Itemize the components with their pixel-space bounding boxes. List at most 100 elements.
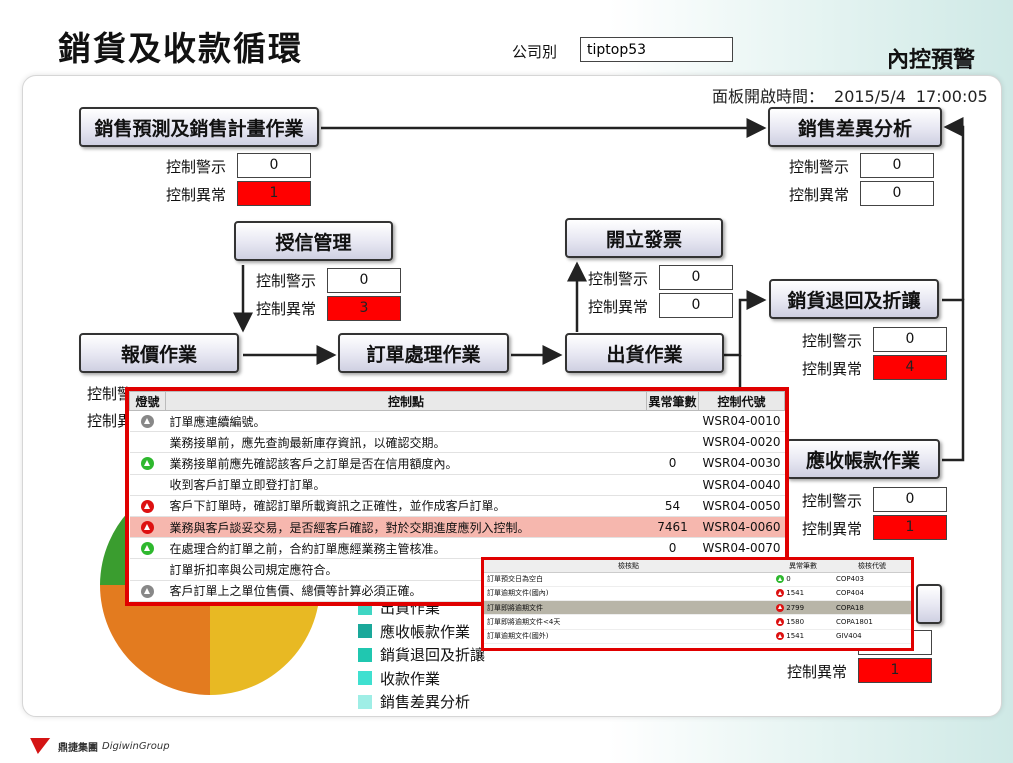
point-cell: 業務接單前應先確認該客戶之訂單是否在信用額度內。	[165, 452, 647, 475]
point-cell: 在處理合約訂單之前，合約訂單應經業務主管核准。	[165, 537, 647, 560]
legend-item-returns: 銷貨退回及折讓	[358, 643, 485, 667]
code-cell: WSR04-0010	[698, 410, 785, 433]
point-cell: 業務接單前，應先查詢最新庫存資訊，以確認交期。	[165, 431, 647, 454]
receivable-warn-label: 控制警示	[802, 492, 863, 510]
table-row[interactable]: 客戶下訂單時，確認訂單所載資訊之正確性，並作成客戶訂單。 54 WSR04-0050	[129, 495, 785, 517]
light-cell	[129, 558, 166, 581]
table-row[interactable]: 訂單即將逾期文件 2799 COPA18	[484, 600, 911, 616]
variance-warn-value: 0	[860, 153, 934, 178]
table-row[interactable]: 訂單逾期文件(國內) 1541 COP404	[484, 586, 911, 602]
code-cell: COP403	[833, 572, 911, 587]
point-cell: 訂單即將逾期文件<4天	[484, 614, 773, 630]
count-cell: 54	[646, 495, 699, 517]
credit-abn-value[interactable]: 3	[327, 296, 401, 321]
table-row[interactable]: 訂單應連續編號。 WSR04-0010	[129, 410, 785, 433]
point-cell: 訂單逾期文件(國外)	[484, 629, 773, 644]
light-cell	[129, 580, 166, 602]
table-row[interactable]: 業務與客戶談妥交易，是否經客戶確認，對於交期進度應列入控制。 7461 WSR04-…	[129, 516, 785, 539]
point-cell: 業務與客戶談妥交易，是否經客戶確認，對於交期進度應列入控制。	[165, 516, 647, 539]
process-shipping[interactable]: 出貨作業	[565, 333, 724, 373]
col-code: 檢核代號	[833, 560, 911, 573]
pie-legend: 出貨作業 應收帳款作業 銷貨退回及折讓 收款作業 銷售差異分析	[358, 596, 485, 714]
count-cell: 1541	[773, 586, 833, 602]
legend-item-receivables: 應收帳款作業	[358, 620, 485, 644]
code-cell: WSR04-0060	[698, 516, 785, 539]
col-check-point: 檢核點	[484, 560, 773, 573]
logo-mark-icon	[28, 736, 54, 756]
light-cell	[129, 410, 166, 433]
code-cell: WSR04-0020	[698, 431, 785, 454]
process-collection[interactable]	[916, 584, 942, 624]
forecast-warn-value: 0	[237, 153, 311, 178]
receivable-abn-value[interactable]: 1	[873, 515, 947, 540]
table-row[interactable]: 訂單預交日為空白 0 COP403	[484, 572, 911, 587]
credit-warn-value: 0	[327, 268, 401, 293]
red-light-icon	[141, 521, 154, 535]
point-cell: 訂單應連續編號。	[165, 410, 647, 433]
process-quotation[interactable]: 報價作業	[79, 333, 239, 373]
process-sales-variance[interactable]: 銷售差異分析	[768, 107, 942, 147]
point-cell: 收到客戶訂單立即登打訂單。	[165, 474, 647, 496]
code-cell: GIV404	[833, 629, 911, 644]
col-control-point: 控制點	[164, 391, 648, 411]
forecast-warn-label: 控制警示	[166, 158, 227, 176]
col-light: 燈號	[129, 391, 166, 411]
variance-warn-label: 控制警示	[789, 158, 850, 176]
count-cell: 7461	[646, 516, 699, 539]
process-invoice[interactable]: 開立發票	[565, 218, 723, 258]
code-cell: WSR04-0040	[698, 474, 785, 496]
red-light-icon	[776, 632, 784, 641]
col-count: 異常筆數	[773, 560, 833, 573]
returns-abn-value[interactable]: 4	[873, 355, 947, 380]
table-row[interactable]: 業務接單前應先確認該客戶之訂單是否在信用額度內。 0 WSR04-0030	[129, 452, 785, 475]
count-cell: 0	[646, 537, 699, 560]
col-count: 異常筆數	[646, 391, 700, 411]
table-row[interactable]: 訂單即將逾期文件<4天 1580 COPA1801	[484, 614, 911, 630]
table-row[interactable]: 收到客戶訂單立即登打訂單。 WSR04-0040	[129, 474, 785, 496]
legend-item-variance: 銷售差異分析	[358, 690, 485, 714]
process-order[interactable]: 訂單處理作業	[338, 333, 509, 373]
point-cell: 客戶下訂單時，確認訂單所載資訊之正確性，並作成客戶訂單。	[165, 495, 647, 517]
process-sales-returns[interactable]: 銷貨退回及折讓	[769, 279, 939, 319]
table-row[interactable]: 業務接單前，應先查詢最新庫存資訊，以確認交期。 WSR04-0020	[129, 431, 785, 454]
collection-abn-value[interactable]: 1	[858, 658, 932, 683]
check-points-table: 檢核點 異常筆數 檢核代號 訂單預交日為空白 0 COP403 訂單逾期文件(國內)…	[484, 560, 911, 644]
table-row[interactable]: 訂單逾期文件(國外) 1541 GIV404	[484, 629, 911, 644]
variance-abn-label: 控制異常	[789, 186, 850, 204]
credit-warn-label: 控制警示	[256, 272, 317, 290]
light-cell	[129, 495, 166, 517]
green-light-icon	[141, 457, 154, 471]
process-credit-management[interactable]: 授信管理	[234, 221, 393, 261]
count-cell	[646, 410, 699, 433]
count-cell: 0	[646, 452, 699, 475]
light-cell	[129, 474, 166, 496]
gray-light-icon	[141, 415, 154, 429]
point-cell: 訂單逾期文件(國內)	[484, 586, 773, 602]
red-light-icon	[776, 603, 784, 612]
light-cell	[129, 537, 166, 560]
digiwin-logo: 鼎捷集團 DigiwinGroup	[28, 736, 170, 756]
count-cell	[646, 431, 699, 454]
gray-light-icon	[141, 584, 154, 598]
process-receivables[interactable]: 應收帳款作業	[786, 439, 940, 479]
count-cell	[646, 474, 699, 496]
receivable-warn-value: 0	[873, 487, 947, 512]
count-cell: 0	[773, 572, 833, 587]
invoice-warn-label: 控制警示	[588, 270, 649, 288]
legend-item-collection: 收款作業	[358, 667, 485, 691]
light-cell	[129, 516, 166, 539]
check-points-popup[interactable]: 檢核點 異常筆數 檢核代號 訂單預交日為空白 0 COP403 訂單逾期文件(國內)…	[481, 557, 914, 651]
returns-warn-value: 0	[873, 327, 947, 352]
red-light-icon	[141, 499, 154, 513]
invoice-abn-value: 0	[659, 293, 733, 318]
forecast-abn-value[interactable]: 1	[237, 181, 311, 206]
receivable-abn-label: 控制異常	[802, 520, 863, 538]
code-cell: WSR04-0050	[698, 495, 785, 517]
table-row[interactable]: 在處理合約訂單之前，合約訂單應經業務主管核准。 0 WSR04-0070	[129, 537, 785, 560]
count-cell: 2799	[773, 600, 833, 616]
returns-warn-label: 控制警示	[802, 332, 863, 350]
code-cell: COPA18	[833, 600, 911, 616]
process-sales-forecast[interactable]: 銷售預測及銷售計畫作業	[79, 107, 319, 147]
light-cell	[129, 452, 166, 475]
red-light-icon	[776, 589, 784, 598]
